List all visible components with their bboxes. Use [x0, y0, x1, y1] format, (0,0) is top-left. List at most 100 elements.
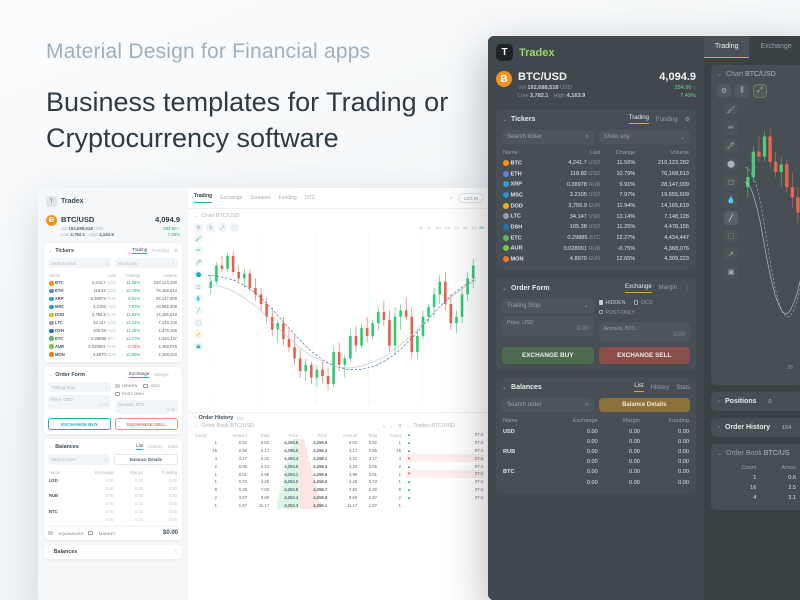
table-row[interactable]: XRP 0.38978 RUB 9.91% 28,147,009	[502, 179, 690, 190]
shapes-icon[interactable]: ⬤	[724, 157, 738, 171]
table-row[interactable]: 2 3.67 9.60 4,252.4 4,258.8 9.60 3.67 2	[194, 493, 402, 502]
table-row[interactable]: 0.00 0.00 0.00	[502, 477, 690, 487]
checkbox-oco[interactable]	[143, 383, 148, 389]
line-icon[interactable]: ╱	[724, 211, 738, 225]
tab-funding[interactable]: Funding	[279, 195, 297, 201]
tab-exchange[interactable]: Exchange	[749, 36, 800, 58]
chevron-down-icon[interactable]: ⌄	[502, 285, 507, 292]
zoom-in-icon[interactable]: ⌕	[390, 424, 393, 429]
table-row[interactable]: AUR 0.028001 RUB -0.75% 4,368,076	[502, 243, 690, 254]
table-row[interactable]: DOD 3,756.9 EUR 11.94% 14,165,619	[502, 201, 690, 212]
chevron-down-icon[interactable]: ⌄	[406, 423, 410, 429]
checkbox-post-only[interactable]	[598, 309, 603, 315]
marker-icon[interactable]: 🖊	[724, 139, 738, 153]
table-row[interactable]: 16 2.56 3.17 4,255.0 4,256.3 3.17 2.56 16	[194, 446, 402, 455]
tab-balances-stats[interactable]: Stats	[676, 385, 690, 391]
table-row[interactable]: 1 0.01 3.96 4,253.1 4,258.5 3.96 0.01 1	[194, 470, 402, 478]
range-3d[interactable]: 3d	[463, 225, 467, 230]
tab-balances-history[interactable]: History	[651, 385, 670, 391]
range-7d[interactable]: 7d	[454, 225, 458, 230]
table-row[interactable]: MON 4.8970 EUR 12.65% 4,309,223	[48, 350, 178, 358]
chevron-down-icon[interactable]: ⌄	[717, 71, 722, 78]
table-row[interactable]: ▲ 07:4	[406, 493, 484, 501]
table-row[interactable]: AUR 0.028001 RUB -0.75% 4,368,076	[48, 342, 178, 350]
ticker-search-input[interactable]: Search ticker ⌕	[48, 258, 111, 268]
shapes-icon[interactable]: ⬤	[194, 270, 203, 279]
tab-tickers-funding[interactable]: Funding	[656, 117, 678, 123]
checkbox-oco[interactable]	[633, 300, 639, 305]
range-6h[interactable]: 6h	[480, 225, 484, 230]
tab-balances-stats[interactable]: Stats	[168, 444, 178, 449]
price-field[interactable]: Price, USD 0.00	[502, 316, 594, 336]
ticker-search-input[interactable]: Search ticker ⌕	[502, 130, 594, 144]
tab-order-exchange[interactable]: Exchange	[624, 284, 652, 293]
table-row[interactable]: ▲ 07:4	[406, 447, 484, 455]
table-row[interactable]: LTC 34.147 USD 13.14% 7,148,128	[502, 211, 690, 222]
table-row[interactable]: ETH 118.82 USD 10.79% 76,168,613	[502, 169, 690, 180]
chevron-right-icon[interactable]: ›	[48, 549, 50, 555]
eraser-icon[interactable]: ◻	[194, 282, 203, 291]
table-row[interactable]: 0.00 0.00 0.00	[48, 500, 178, 508]
table-row[interactable]: LTC 34.147 USD 13.14% 7,148,128	[48, 319, 178, 327]
tab-balances-history[interactable]: History	[148, 444, 162, 449]
tab-tickers-funding[interactable]: Funding	[152, 248, 169, 253]
light-order-history-row[interactable]: › Order History 154	[188, 412, 490, 423]
brush-icon[interactable]: 🖌	[194, 234, 203, 243]
table-row[interactable]: 2 0.05 3.24 4,254.0 4,258.4 3.24 0.05 2	[194, 462, 402, 471]
table-row[interactable]: USD 0.00 0.00 0.00	[48, 476, 178, 484]
tab-exchange[interactable]: Exchange	[220, 195, 242, 201]
table-row[interactable]: 0.00 0.00 0.00	[48, 484, 178, 492]
info-icon[interactable]: ⓘ	[174, 549, 178, 555]
table-row[interactable]: ETC 0.29885 BTC 12.27% 4,434,447	[502, 233, 690, 244]
table-row[interactable]: MSC 3.2105 USD 7.97% 19,655,609	[502, 190, 690, 201]
tab-order-margin[interactable]: Margin	[659, 285, 677, 291]
login-button[interactable]: LOG IN	[457, 193, 484, 203]
table-row[interactable]: DSH 105.38 USD 11.25% 4,478,155	[502, 222, 690, 233]
chevron-down-icon[interactable]: ⌄	[502, 116, 507, 123]
table-row[interactable]: ETC 0.29885 BTC 12.27% 4,434,447	[48, 334, 178, 342]
tab-order-margin[interactable]: Margin	[154, 372, 168, 377]
transform-icon[interactable]: ⬚	[724, 229, 738, 243]
tab-otc[interactable]: OTC	[305, 195, 316, 201]
table-row[interactable]: ETH 118.82 USD 10.79% 76,168,613	[48, 287, 178, 295]
search-icon[interactable]: ⌕	[450, 195, 453, 201]
tab-order-exchange[interactable]: Exchange	[128, 371, 150, 379]
table-row[interactable]: MSC 3.2105 USD 7.97% 19,655,609	[48, 303, 178, 311]
checkbox-hidden[interactable]	[598, 300, 603, 305]
balances-search-input[interactable]: Search order ⌕	[502, 398, 594, 413]
range-1y[interactable]: 1y	[427, 225, 431, 230]
table-row[interactable]: 0.00 0.00 0.00	[502, 457, 690, 467]
zoom-out-icon[interactable]: ⌕	[383, 424, 386, 429]
frame-icon[interactable]: ▣	[724, 265, 738, 279]
ticker-filter-select[interactable]: Show any ⌄	[115, 258, 178, 268]
table-row[interactable]: DOD 3,756.9 EUR 11.94% 14,165,619	[48, 311, 178, 319]
table-row[interactable]: 4 3.17 3.22 4,254.4 4,258.1 3.22 3.17 4	[194, 454, 402, 463]
fullscreen-icon[interactable]: ⤢	[218, 223, 227, 232]
eyedropper-icon[interactable]: 💧	[724, 193, 738, 207]
table-row[interactable]: XRP 0.38978 RUB 9.91% 28,147,009	[48, 295, 178, 303]
table-row[interactable]: ▲ 07:4	[406, 485, 484, 493]
range-1d[interactable]: 1d	[471, 225, 475, 230]
eyedropper-icon[interactable]: 💧	[194, 294, 203, 303]
brush-icon[interactable]: 🖌	[724, 103, 738, 117]
order-type-select[interactable]: Trailing Stop ⌄	[48, 382, 111, 393]
exchange-buy-button[interactable]: EXCHANGE BUY	[48, 418, 111, 431]
gear-icon[interactable]: ⚙	[174, 248, 178, 254]
table-row[interactable]: 1 0.6	[717, 473, 797, 483]
chevron-down-icon[interactable]: ⌄	[48, 444, 52, 450]
table-row[interactable]: BTC 4,241.7 USD 11.56% 210,123,282	[48, 279, 178, 287]
table-row[interactable]: BTC 0.00 0.00 0.00	[48, 508, 178, 516]
gear-icon[interactable]: ⚙	[398, 423, 402, 429]
gear-icon[interactable]: ⚙	[717, 84, 731, 98]
table-row[interactable]: ▲ 07:4	[406, 431, 484, 439]
amount-field[interactable]: Amount, BTC 0.00	[598, 322, 690, 342]
chevron-down-icon[interactable]: ⌄	[502, 384, 507, 391]
kebab-menu-icon[interactable]: ⋮	[684, 285, 690, 292]
dark-positions-row[interactable]: › Positions · 0	[711, 392, 800, 411]
line-icon[interactable]: ╱	[194, 306, 203, 315]
order-type-select[interactable]: Trailing Stop ⌄	[502, 298, 594, 313]
table-row[interactable]: RUB 0.00 0.00 0.00	[48, 492, 178, 500]
path-icon[interactable]: ⇗	[194, 330, 203, 339]
range-1m[interactable]: 1m	[445, 225, 451, 230]
pencil-icon[interactable]: ✏	[724, 121, 738, 135]
